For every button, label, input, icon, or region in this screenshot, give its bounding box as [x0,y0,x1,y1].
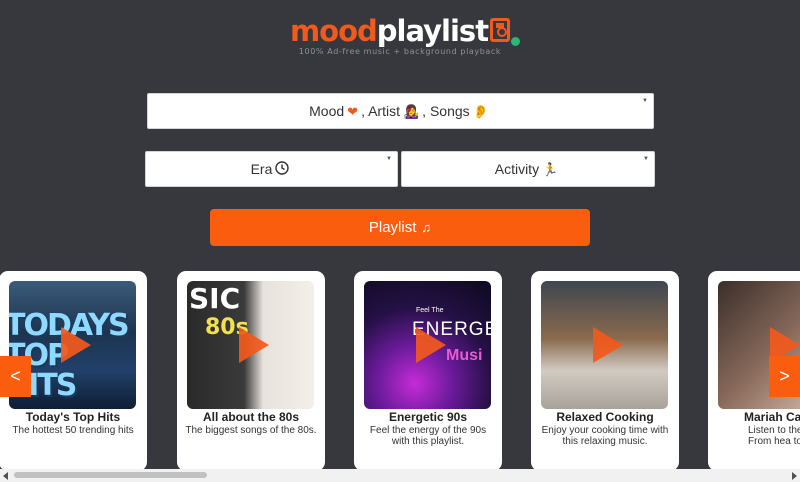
dropdown-caret-icon: ▼ [642,98,648,104]
artist-label: , Artist [361,103,400,119]
horizontal-scrollbar[interactable] [0,469,800,482]
brand-wordmark: moodplaylist [289,14,521,48]
era-select[interactable]: Era ▼ [145,151,398,187]
playlist-cover-image: Feel The ENERGETI Musi [364,281,491,409]
cover-text-small: Feel The [416,307,444,314]
playlist-card-all-about-80s[interactable]: SIC 80s All about the 80s The biggest so… [177,271,325,471]
mood-artist-songs-select[interactable]: Mood ❤ , Artist 👩‍🎤 , Songs 👂 ▼ [147,93,654,129]
playlist-card-relaxed-cooking[interactable]: Relaxed Cooking Enjoy your cooking time … [531,271,679,471]
logo[interactable]: moodplaylist [0,14,800,48]
runner-icon: 🏃 [542,161,559,177]
activity-select[interactable]: Activity 🏃 ▼ [401,151,655,187]
carousel-prev-button[interactable]: < [0,356,31,397]
play-icon[interactable] [415,327,446,363]
scrollbar-thumb[interactable] [14,472,207,478]
brand-name-mood: mood [289,14,378,48]
playlist-cover-image: SIC 80s [187,281,314,409]
playlist-card-description: The biggest songs of the 80s. [185,425,317,436]
playlist-card-energetic-90s[interactable]: Feel The ENERGETI Musi Energetic 90s Fee… [354,271,502,471]
cover-text-music: Musi [446,347,483,364]
playlist-card-description: Feel the energy of the 90s with this pla… [369,425,487,447]
era-label: Era [250,161,273,177]
dropdown-caret-icon: ▼ [386,156,392,162]
carousel-next-button[interactable]: > [769,356,800,397]
playlist-carousel: TODAYS TOP HITS Today's Top Hits The hot… [0,271,800,471]
scroll-left-arrow-icon[interactable] [3,472,8,480]
playlist-card-description: Listen to the qu vocals. From hea to hon… [748,425,800,447]
scroll-right-arrow-icon[interactable] [792,472,797,480]
cover-text: SIC [189,282,241,315]
playlist-card-title: All about the 80s [202,410,300,424]
dropdown-caret-icon: ▼ [643,156,649,162]
singer-icon: 👩‍🎤 [402,103,420,119]
clock-icon [275,161,290,177]
brand-name-playlist: playlist [376,14,489,48]
tagline: 100% Ad-free music + background playback [298,47,502,56]
playlist-card-description: Enjoy your cooking time with this relaxi… [541,425,669,447]
playlist-button-label: Playlist [368,219,417,236]
playlist-card-title: Relaxed Cooking [556,410,654,424]
songs-label: , Songs [422,103,470,119]
mood-label: Mood [309,103,345,119]
music-note-icon: ♫ [421,220,432,235]
play-icon[interactable] [592,327,623,363]
play-icon[interactable] [238,327,269,363]
play-icon[interactable] [60,327,91,363]
playlist-card-title: Energetic 90s [388,410,468,424]
playlist-card-title: Today's Top Hits [25,410,121,424]
playlist-button[interactable]: Playlist ♫ [210,209,590,246]
playlist-cover-image [541,281,668,409]
playlist-card-description: The hottest 50 trending hits [12,425,134,436]
activity-label: Activity [494,161,540,177]
ear-icon: 👂 [472,103,489,119]
music-player-icon [490,18,511,42]
status-dot [511,37,521,46]
playlist-card-title: Mariah Ca [744,410,800,424]
heart-icon: ❤ [347,103,359,119]
